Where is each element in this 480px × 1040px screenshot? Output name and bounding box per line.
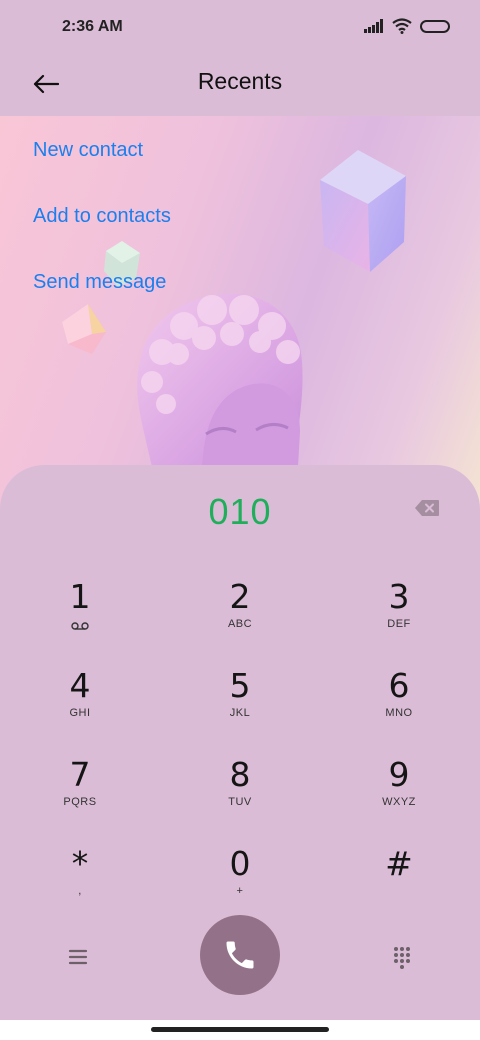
key-hash[interactable]: # (344, 844, 454, 924)
key-letters: GHI (69, 707, 91, 719)
call-button[interactable] (200, 915, 280, 995)
dialpad-panel: 010 1 2 ABC 3 DEF 4 GHI 5 JKL 6 MNO 7 PQ… (0, 465, 480, 1020)
hero-banner: New contact Add to contacts Send message (0, 116, 480, 516)
dialpad-keys: 1 2 ABC 3 DEF 4 GHI 5 JKL 6 MNO 7 PQRS 8… (0, 577, 480, 933)
cube-illustration (320, 150, 406, 272)
key-letters: + (236, 885, 244, 897)
key-letters: DEF (387, 618, 411, 630)
menu-icon (68, 949, 88, 965)
key-digit: 2 (229, 577, 251, 616)
signal-icon (364, 19, 383, 33)
key-digit: 7 (69, 755, 91, 794)
contact-actions: New contact Add to contacts Send message (33, 138, 171, 336)
key-digit: 4 (69, 666, 91, 705)
key-digit: 3 (388, 577, 410, 616)
key-star[interactable]: * , (25, 844, 135, 924)
key-digit: # (385, 844, 413, 883)
key-8[interactable]: 8 TUV (185, 755, 295, 835)
key-9[interactable]: 9 WXYZ (344, 755, 454, 835)
send-message-link[interactable]: Send message (33, 270, 171, 336)
phone-screen: 2:36 AM Recents New contact Add to conta… (0, 0, 480, 1020)
status-bar: 2:36 AM (0, 0, 480, 56)
key-6[interactable]: 6 MNO (344, 666, 454, 746)
header: Recents (0, 56, 480, 116)
key-digit: 0 (229, 844, 251, 883)
key-2[interactable]: 2 ABC (185, 577, 295, 657)
key-7[interactable]: 7 PQRS (25, 755, 135, 835)
wifi-icon (392, 18, 412, 34)
home-indicator[interactable] (151, 1027, 329, 1032)
phone-icon (226, 941, 254, 969)
key-letters: PQRS (63, 796, 97, 808)
key-letters: JKL (229, 707, 251, 719)
key-3[interactable]: 3 DEF (344, 577, 454, 657)
key-0[interactable]: 0 + (185, 844, 295, 924)
key-letters: , (78, 885, 82, 897)
backspace-icon[interactable] (414, 499, 440, 517)
add-to-contacts-link[interactable]: Add to contacts (33, 204, 171, 270)
dialer-bottom-bar (0, 915, 480, 997)
key-digit: 8 (229, 755, 251, 794)
status-icons (364, 18, 450, 34)
menu-button[interactable] (62, 941, 94, 973)
key-digit: 1 (69, 577, 91, 616)
key-letters (344, 885, 454, 899)
key-digit: 6 (388, 666, 410, 705)
key-letters: TUV (228, 796, 252, 808)
key-4[interactable]: 4 GHI (25, 666, 135, 746)
dialpad-toggle-button[interactable] (386, 941, 418, 973)
dialpad-grid-icon (394, 947, 410, 969)
key-digit: 5 (229, 666, 251, 705)
key-letters: WXYZ (382, 796, 416, 808)
voicemail-icon (71, 622, 89, 630)
key-digit: 9 (388, 755, 410, 794)
key-digit: * (71, 844, 89, 883)
dialed-number[interactable]: 010 (0, 491, 480, 533)
status-time: 2:36 AM (62, 18, 123, 35)
key-5[interactable]: 5 JKL (185, 666, 295, 746)
key-letters: ABC (227, 618, 253, 630)
key-letters: MNO (385, 707, 413, 719)
key-1[interactable]: 1 (25, 577, 135, 657)
battery-icon (420, 19, 450, 33)
page-title: Recents (197, 68, 283, 94)
new-contact-link[interactable]: New contact (33, 138, 171, 204)
